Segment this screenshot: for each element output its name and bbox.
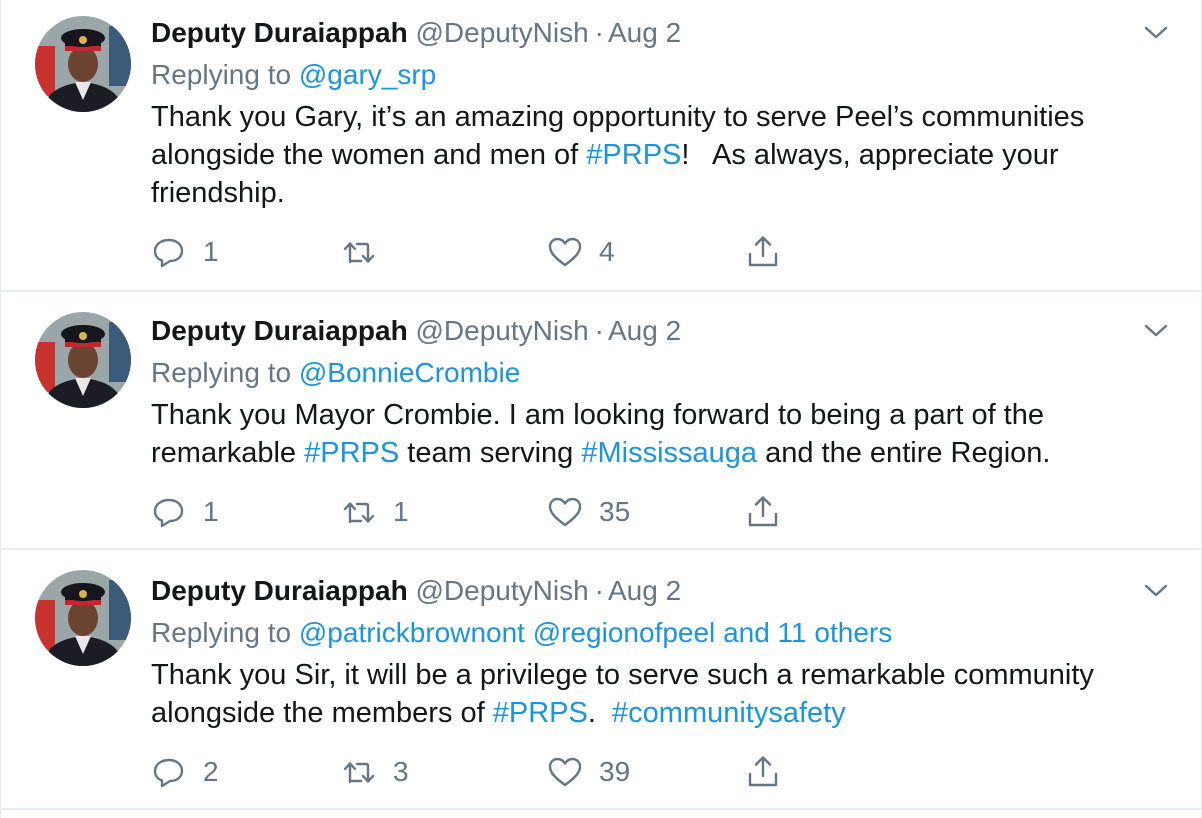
like-count: 35 bbox=[599, 496, 631, 527]
replying-to-label: Replying to bbox=[151, 59, 292, 90]
author-handle[interactable]: @DeputyNish bbox=[415, 575, 588, 606]
tweet-text: Thank you Mayor Crombie. I am looking fo… bbox=[151, 396, 1161, 472]
retweet-button[interactable] bbox=[341, 232, 393, 272]
separator-dot: · bbox=[594, 315, 604, 346]
replying-to-link[interactable]: @gary_srp bbox=[299, 59, 436, 90]
tweet-text-segment: . bbox=[587, 697, 613, 729]
share-icon bbox=[748, 756, 778, 787]
replying-to: Replying to @BonnieCrombie bbox=[151, 356, 520, 390]
separator-dot: · bbox=[594, 17, 604, 48]
tweet[interactable]: Deputy Duraiappah @DeputyNish · Aug 2 Repl… bbox=[1, 550, 1202, 810]
avatar[interactable] bbox=[35, 570, 131, 666]
avatar[interactable] bbox=[35, 16, 131, 112]
hashtag-link[interactable]: #Mississauga bbox=[581, 437, 757, 469]
reply-count: 2 bbox=[203, 756, 219, 787]
retweet-icon bbox=[343, 502, 375, 524]
share-icon bbox=[748, 496, 778, 527]
tweet[interactable]: Deputy Duraiappah @DeputyNish · Aug 2 Repl… bbox=[1, 0, 1202, 292]
like-button[interactable]: 39 bbox=[547, 752, 630, 792]
author-name[interactable]: Deputy Duraiappah bbox=[151, 17, 408, 48]
tweet-header: Deputy Duraiappah @DeputyNish · Aug 2 bbox=[151, 574, 681, 608]
reply-icon bbox=[153, 758, 184, 788]
tweet-date[interactable]: Aug 2 bbox=[608, 17, 681, 48]
replying-to-label: Replying to bbox=[151, 617, 292, 648]
reply-icon bbox=[153, 238, 184, 268]
author-name[interactable]: Deputy Duraiappah bbox=[151, 315, 408, 346]
reply-count: 1 bbox=[203, 496, 219, 527]
replying-to-others-link[interactable]: and 11 others bbox=[723, 617, 892, 648]
tweet-header: Deputy Duraiappah @DeputyNish · Aug 2 bbox=[151, 16, 681, 50]
tweet[interactable]: Deputy Duraiappah @DeputyNish · Aug 2 Repl… bbox=[1, 292, 1202, 550]
like-icon bbox=[548, 237, 582, 267]
reply-count: 1 bbox=[203, 236, 219, 267]
share-icon bbox=[748, 236, 778, 267]
separator-dot: · bbox=[594, 575, 604, 606]
tweet-text: Thank you Gary, it’s an amazing opportun… bbox=[151, 98, 1161, 212]
author-name[interactable]: Deputy Duraiappah bbox=[151, 575, 408, 606]
replying-to-link[interactable]: @patrickbrownont @regionofpeel bbox=[299, 617, 715, 648]
hashtag-link[interactable]: #communitysafety bbox=[612, 697, 846, 729]
like-button[interactable]: 35 bbox=[547, 492, 630, 532]
avatar[interactable] bbox=[35, 312, 131, 408]
reply-button[interactable]: 1 bbox=[151, 232, 219, 272]
like-count: 39 bbox=[599, 756, 631, 787]
retweet-count: 3 bbox=[393, 756, 409, 787]
reply-button[interactable]: 1 bbox=[151, 492, 219, 532]
chevron-down-icon[interactable] bbox=[1143, 24, 1169, 42]
tweet-actions: 1 1 35 bbox=[151, 492, 851, 532]
chevron-down-icon[interactable] bbox=[1143, 322, 1169, 340]
author-handle[interactable]: @DeputyNish bbox=[415, 17, 588, 48]
like-icon bbox=[548, 757, 582, 787]
retweet-icon bbox=[343, 762, 375, 784]
tweet-header: Deputy Duraiappah @DeputyNish · Aug 2 bbox=[151, 314, 681, 348]
tweet-text-segment: team serving bbox=[399, 437, 582, 469]
hashtag-link[interactable]: #PRPS bbox=[586, 139, 681, 171]
hashtag-link[interactable]: #PRPS bbox=[493, 697, 588, 729]
reply-icon bbox=[153, 498, 184, 528]
chevron-down-icon[interactable] bbox=[1143, 582, 1169, 600]
tweet-actions: 2 3 39 bbox=[151, 752, 851, 792]
share-button[interactable] bbox=[745, 492, 781, 532]
reply-button[interactable]: 2 bbox=[151, 752, 219, 792]
hashtag-link[interactable]: #PRPS bbox=[304, 437, 399, 469]
tweet-date[interactable]: Aug 2 bbox=[608, 315, 681, 346]
like-icon bbox=[548, 497, 582, 527]
tweet-text: Thank you Sir, it will be a privilege to… bbox=[151, 656, 1161, 732]
author-handle[interactable]: @DeputyNish bbox=[415, 315, 588, 346]
like-button[interactable]: 4 bbox=[547, 232, 615, 272]
like-count: 4 bbox=[599, 236, 615, 267]
retweet-button[interactable]: 1 bbox=[341, 492, 409, 532]
tweet-feed: Deputy Duraiappah @DeputyNish · Aug 2 Repl… bbox=[0, 0, 1202, 818]
share-button[interactable] bbox=[745, 752, 781, 792]
replying-to-label: Replying to bbox=[151, 357, 292, 388]
replying-to: Replying to @patrickbrownont @regionofpe… bbox=[151, 616, 892, 650]
tweet-date[interactable]: Aug 2 bbox=[608, 575, 681, 606]
retweet-count: 1 bbox=[393, 496, 409, 527]
share-button[interactable] bbox=[745, 232, 781, 272]
retweet-icon bbox=[343, 242, 375, 264]
retweet-button[interactable]: 3 bbox=[341, 752, 409, 792]
replying-to-link[interactable]: @BonnieCrombie bbox=[299, 357, 520, 388]
replying-to: Replying to @gary_srp bbox=[151, 58, 436, 92]
tweet-text-segment: and the entire Region. bbox=[757, 437, 1051, 469]
tweet-actions: 1 4 bbox=[151, 232, 851, 272]
